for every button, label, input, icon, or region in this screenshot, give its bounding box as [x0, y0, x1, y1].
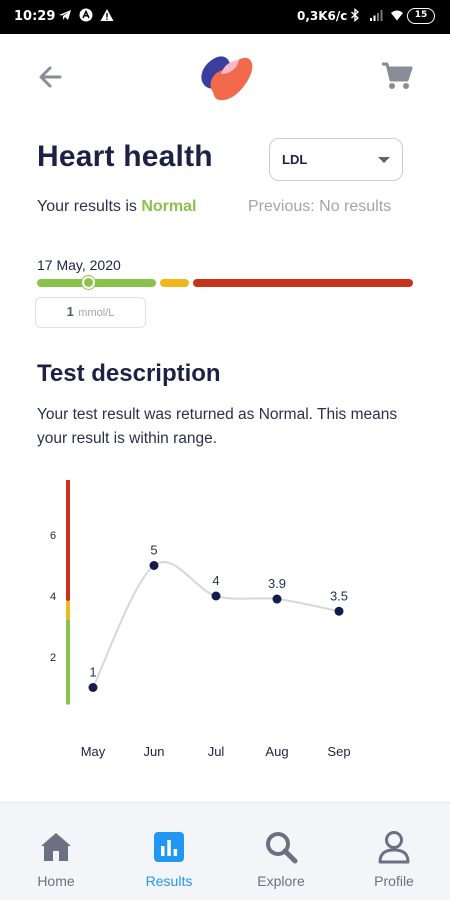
x-tick-label: Jul: [208, 744, 225, 759]
status-icons-left: [58, 8, 114, 22]
x-tick-label: Jun: [144, 744, 165, 759]
result-date: 17 May, 2020: [37, 257, 121, 273]
app-notification-icon: [79, 8, 93, 22]
marker-select-value: LDL: [282, 152, 308, 167]
description-text: Your test result was returned as Normal.…: [37, 406, 398, 447]
blob-logo-icon: [201, 56, 253, 101]
x-tick-label: Sep: [327, 744, 350, 759]
results-chart: 2 4 6 8 1 5 4 3.9 3.5 May Jun Jul Aug Sep: [50, 480, 351, 759]
x-tick-label: May: [81, 744, 106, 759]
user-icon: [378, 831, 410, 864]
nav-label: Results: [145, 873, 193, 889]
chevron-down-icon: [378, 157, 390, 163]
result-status: Normal: [141, 198, 197, 215]
status-time: 10:29: [14, 9, 56, 24]
nav-profile[interactable]: Profile: [349, 803, 439, 900]
y-tick-label: 2: [50, 652, 56, 664]
data-point: [211, 591, 221, 601]
y-tick-label: 8: [50, 480, 56, 481]
y-tick-label: 4: [50, 591, 56, 603]
cart-icon: [382, 62, 413, 89]
app-logo: [191, 48, 255, 104]
nav-explore[interactable]: Explore: [236, 803, 326, 900]
page-title: Heart health: [37, 140, 213, 173]
nav-label: Profile: [374, 873, 414, 889]
data-point: [149, 561, 159, 570]
data-point: [88, 683, 98, 692]
warning-icon: [100, 9, 114, 21]
result-summary: Your results is Normal: [37, 198, 196, 216]
cart-button[interactable]: [380, 60, 414, 92]
data-label: 3.9: [268, 576, 286, 591]
data-point: [272, 594, 282, 604]
range-borderline-segment: [160, 279, 189, 287]
nav-home[interactable]: Home: [11, 803, 101, 900]
range-normal-segment: [37, 279, 156, 287]
battery-indicator: 15: [407, 8, 435, 24]
bluetooth-icon: [351, 8, 360, 22]
back-button[interactable]: [36, 62, 66, 92]
result-marker: [82, 276, 95, 289]
marker-select[interactable]: LDL: [269, 138, 403, 181]
nav-label: Home: [37, 873, 75, 889]
result-value: 1: [66, 304, 74, 319]
section-title: Test description: [37, 360, 221, 387]
data-label: 1: [89, 665, 96, 680]
bar-chart-icon: [154, 832, 184, 862]
status-bar: 10:29 0,3K6/c 15: [0, 0, 450, 34]
network-speed: 0,3K6/c: [297, 9, 348, 23]
signal-icon: [370, 10, 383, 21]
arrow-left-icon: [39, 66, 62, 88]
nav-label: Explore: [257, 873, 305, 889]
range-high-segment: [193, 279, 413, 287]
x-tick-label: Aug: [265, 744, 288, 759]
wifi-icon: [391, 10, 403, 21]
y-tick-label: 6: [50, 530, 56, 542]
data-point: [334, 606, 344, 616]
home-icon: [41, 833, 71, 861]
result-unit: mmol/L: [78, 307, 115, 319]
status-icons-right: [348, 8, 404, 22]
data-label: 5: [150, 543, 157, 558]
data-label: 3.5: [330, 588, 348, 603]
data-label: 4: [212, 573, 219, 588]
telegram-icon: [59, 10, 71, 20]
result-prefix: Your results is: [37, 198, 142, 215]
previous-results: Previous: No results: [248, 198, 392, 215]
result-value-box: 1 mmol/L: [35, 297, 146, 328]
nav-results[interactable]: Results: [124, 803, 214, 900]
search-icon: [266, 832, 298, 864]
bottom-nav: Home Results Explore Profile: [0, 802, 450, 900]
